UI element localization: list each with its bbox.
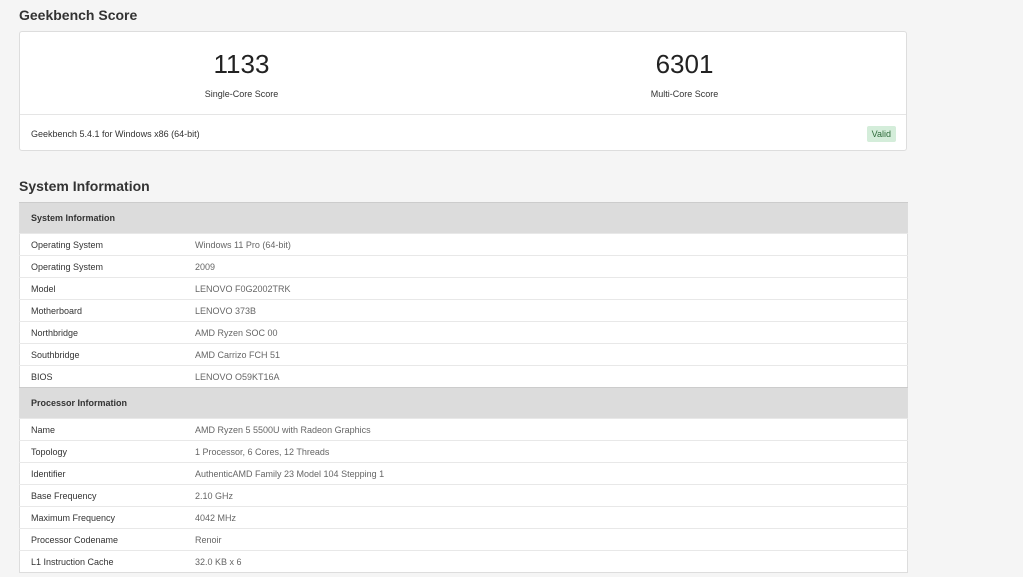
table-row: Processor Codename Renoir [19, 528, 908, 551]
table-row: Maximum Frequency 4042 MHz [19, 506, 908, 529]
row-value: 1 Processor, 6 Cores, 12 Threads [184, 440, 908, 463]
multi-core-score-value: 6301 [655, 49, 714, 79]
group-header-label: System Information [19, 202, 908, 234]
table-row: Base Frequency 2.10 GHz [19, 484, 908, 507]
row-value: 4042 MHz [184, 506, 908, 529]
row-key: Southbridge [19, 343, 184, 366]
row-value: LENOVO F0G2002TRK [184, 277, 908, 300]
row-value: AMD Carrizo FCH 51 [184, 343, 908, 366]
row-key: Operating System [19, 233, 184, 256]
row-key: L1 Instruction Cache [19, 550, 184, 573]
row-value: AMD Ryzen SOC 00 [184, 321, 908, 344]
score-row: 1133 Single-Core Score 6301 Multi-Core S… [20, 32, 906, 115]
table-group-header: System Information [19, 202, 908, 234]
row-value: LENOVO 373B [184, 299, 908, 322]
version-text: Geekbench 5.4.1 for Windows x86 (64-bit) [31, 128, 200, 139]
row-value: 32.0 KB x 6 [184, 550, 908, 573]
row-key: Model [19, 277, 184, 300]
row-key: Maximum Frequency [19, 506, 184, 529]
multi-core-score-label: Multi-Core Score [650, 89, 719, 99]
row-key: Name [19, 418, 184, 441]
row-value: Renoir [184, 528, 908, 551]
table-row: Operating System Windows 11 Pro (64-bit) [19, 233, 908, 256]
table-row: Motherboard LENOVO 373B [19, 299, 908, 322]
table-row: Northbridge AMD Ryzen SOC 00 [19, 321, 908, 344]
single-core-score-value: 1133 [213, 49, 270, 79]
row-key: Identifier [19, 462, 184, 485]
group-header-label: Processor Information [19, 387, 908, 419]
row-value: 2.10 GHz [184, 484, 908, 507]
table-row: Topology 1 Processor, 6 Cores, 12 Threads [19, 440, 908, 463]
row-value: 2009 [184, 255, 908, 278]
table-group-header: Processor Information [19, 387, 908, 419]
row-value: AuthenticAMD Family 23 Model 104 Steppin… [184, 462, 908, 485]
row-value: AMD Ryzen 5 5500U with Radeon Graphics [184, 418, 908, 441]
row-key: Base Frequency [19, 484, 184, 507]
row-value: Windows 11 Pro (64-bit) [184, 233, 908, 256]
system-information-title: System Information [19, 178, 150, 194]
single-core-score: 1133 Single-Core Score [20, 32, 463, 114]
score-footer: Geekbench 5.4.1 for Windows x86 (64-bit)… [20, 115, 906, 152]
multi-core-score: 6301 Multi-Core Score [463, 32, 906, 114]
score-card: 1133 Single-Core Score 6301 Multi-Core S… [19, 31, 907, 151]
row-key: Northbridge [19, 321, 184, 344]
table-row: Identifier AuthenticAMD Family 23 Model 1… [19, 462, 908, 485]
geekbench-score-title: Geekbench Score [19, 7, 138, 23]
row-key: BIOS [19, 365, 184, 388]
table-row: L1 Instruction Cache 32.0 KB x 6 [19, 550, 908, 573]
row-key: Motherboard [19, 299, 184, 322]
table-row: Model LENOVO F0G2002TRK [19, 277, 908, 300]
row-key: Topology [19, 440, 184, 463]
table-row: Southbridge AMD Carrizo FCH 51 [19, 343, 908, 366]
table-row: Name AMD Ryzen 5 5500U with Radeon Graphi… [19, 418, 908, 441]
table-row: BIOS LENOVO O59KT16A [19, 365, 908, 388]
row-value: LENOVO O59KT16A [184, 365, 908, 388]
system-info-table: System Information Operating System Window… [19, 202, 908, 573]
status-badge: Valid [866, 125, 896, 142]
table-row: Operating System 2009 [19, 255, 908, 278]
single-core-score-label: Single-Core Score [204, 89, 279, 99]
row-key: Processor Codename [19, 528, 184, 551]
row-key: Operating System [19, 255, 184, 278]
